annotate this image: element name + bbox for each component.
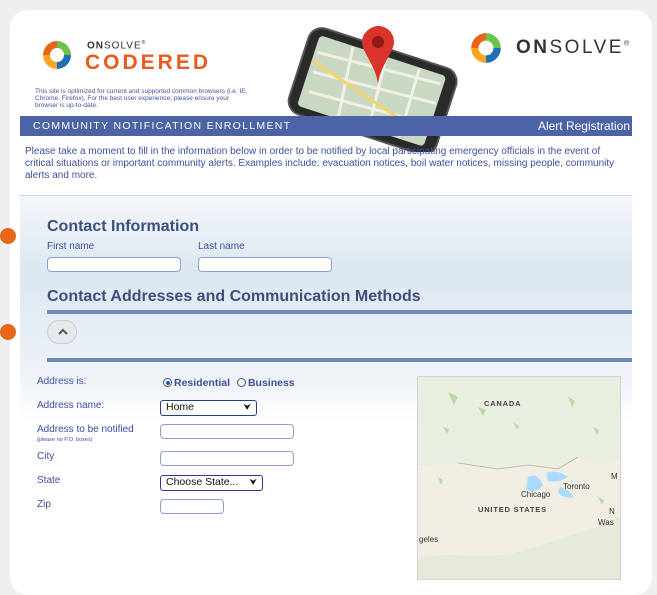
step-marker-dot: [0, 228, 16, 244]
address-name-select[interactable]: Home ⮟: [160, 400, 257, 416]
browser-note: This site is optimized for current and s…: [35, 88, 248, 109]
state-value: Choose State...: [166, 476, 239, 488]
collapse-button[interactable]: [47, 320, 77, 344]
first-name-label: First name: [47, 241, 95, 252]
chevron-up-icon: [58, 328, 68, 335]
chevron-down-icon: ⮟: [243, 402, 251, 412]
chevron-down-icon: ⮟: [249, 477, 257, 487]
address-is-label: Address is:: [37, 376, 87, 387]
address-field[interactable]: [160, 424, 294, 439]
onsolve-ring-logo-icon: [43, 41, 71, 69]
banner-title: COMMUNITY NOTIFICATION ENROLLMENT: [33, 120, 292, 132]
map-label-united-states: UNITED STATES: [478, 505, 547, 514]
banner-subtitle: Alert Registration: [537, 119, 630, 133]
map-label-washington: Was: [598, 518, 614, 527]
address-name-value: Home: [166, 401, 195, 413]
state-select[interactable]: Choose State... ⮟: [160, 475, 263, 491]
location-map[interactable]: CANADA UNITED STATES Toronto Chicago Was…: [417, 376, 621, 580]
onsolve-wordmark: ONSOLVE®: [516, 37, 632, 58]
last-name-field[interactable]: [198, 257, 332, 272]
address-to-notify-label: Address to be notified: [37, 424, 134, 435]
state-label: State: [37, 475, 61, 486]
map-label-los-angeles: geles: [419, 535, 439, 544]
first-name-field[interactable]: [47, 257, 181, 272]
address-name-label: Address name:: [37, 400, 105, 411]
po-box-hint: (please no P.O. boxes): [37, 437, 93, 443]
section-title-addresses: Contact Addresses and Communication Meth…: [47, 288, 421, 305]
city-label: City: [37, 451, 55, 462]
intro-text: Please take a moment to fill in the info…: [25, 146, 615, 181]
residential-label[interactable]: Residential: [174, 377, 230, 389]
zip-field[interactable]: [160, 499, 224, 514]
address-type-radio-group: Residential Business: [163, 377, 295, 389]
city-field[interactable]: [160, 451, 294, 466]
map-label-chicago: Chicago: [521, 490, 551, 499]
map-label-canada: CANADA: [484, 399, 522, 408]
zip-label: Zip: [37, 499, 51, 510]
residential-radio[interactable]: [163, 378, 172, 387]
business-label[interactable]: Business: [248, 377, 295, 389]
map-label-m: M: [611, 472, 618, 481]
step-marker-dot: [0, 324, 16, 340]
map-label-toronto: Toronto: [563, 482, 590, 491]
section-divider: [47, 310, 632, 314]
map-label-n: N: [609, 507, 615, 516]
onsolve-ring-logo-icon: [471, 33, 501, 63]
registration-card: ONSOLVE® CODERED This site is optimized …: [10, 10, 652, 595]
enrollment-banner: COMMUNITY NOTIFICATION ENROLLMENT Alert …: [20, 116, 632, 136]
contact-information-section: Contact Information First name Last name: [20, 195, 632, 272]
codered-wordmark: CODERED: [85, 51, 212, 74]
section-divider: [47, 358, 632, 362]
business-radio[interactable]: [236, 378, 246, 387]
section-title-contact: Contact Information: [47, 218, 199, 235]
onsolve-small-wordmark: ONSOLVE®: [87, 40, 147, 52]
last-name-label: Last name: [198, 241, 245, 252]
